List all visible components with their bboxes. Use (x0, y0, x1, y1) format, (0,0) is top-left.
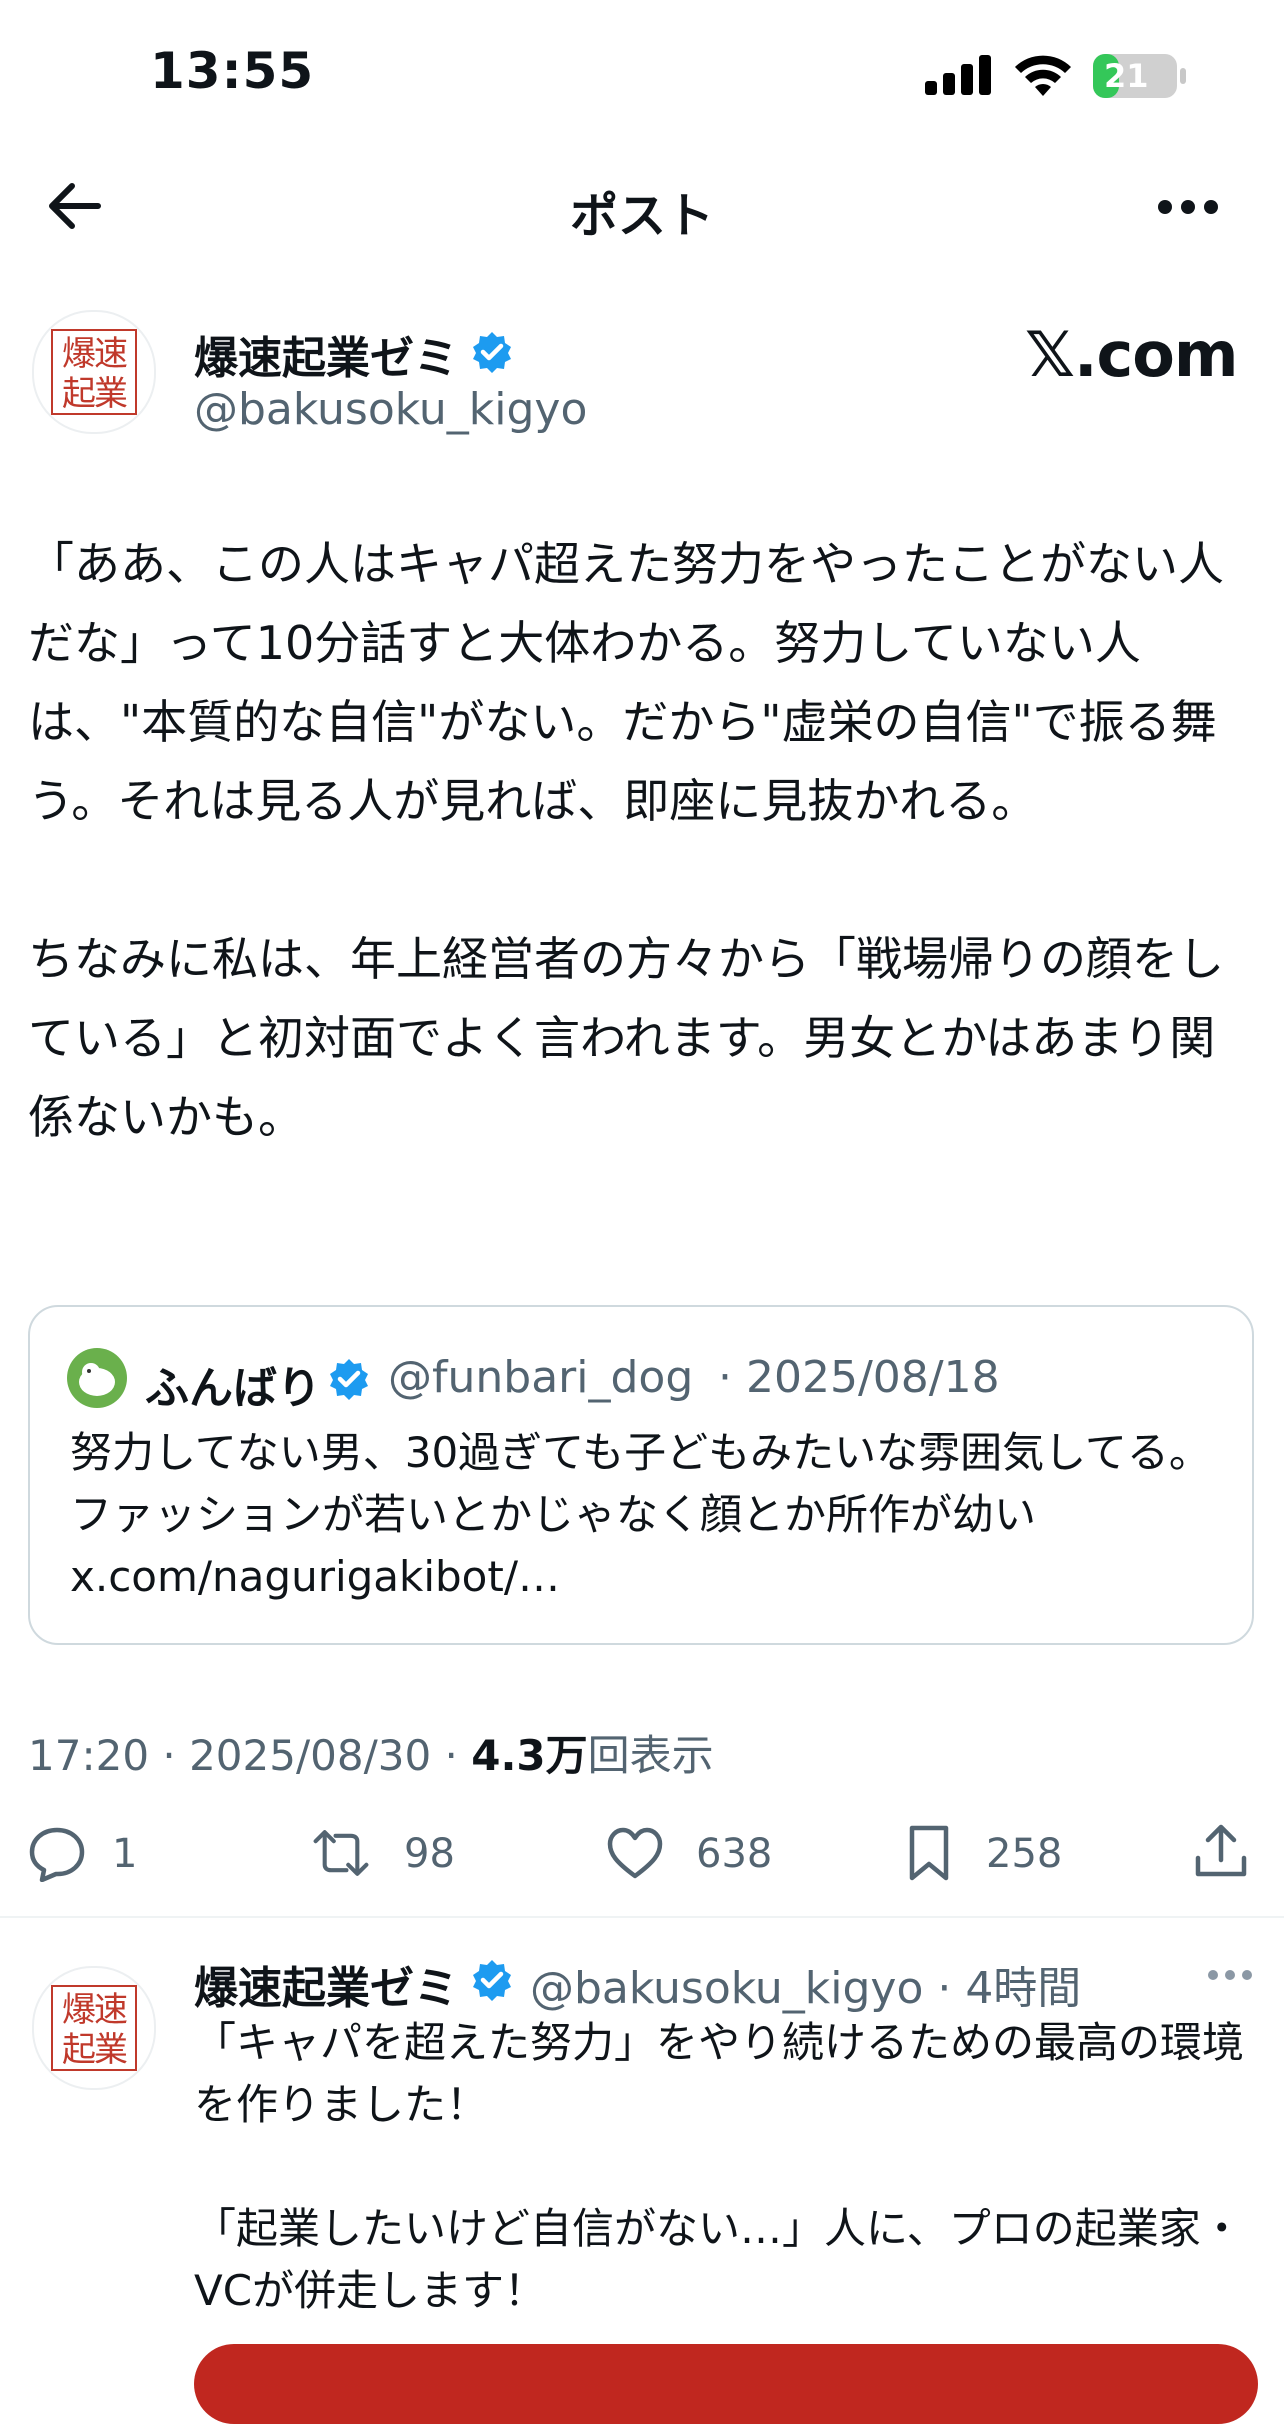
bookmark-count: 258 (986, 1831, 1063, 1877)
more-icon[interactable] (1206, 1966, 1254, 1984)
view-label: 回表示 (587, 1731, 714, 1780)
reply-icon[interactable] (28, 1824, 86, 1882)
verified-badge-icon (473, 1960, 511, 2001)
quote-avatar (67, 1348, 127, 1408)
verified-badge-icon (473, 332, 511, 373)
wifi-icon (1015, 55, 1071, 96)
post-text: 「ああ、この人はキャパ超えた努力をやったことがない人だな」って10分話すと大体わ… (28, 537, 1224, 1144)
repost-icon[interactable] (312, 1824, 370, 1882)
verified-badge-icon (330, 1359, 368, 1400)
seal-text-bottom: 起業 (62, 2030, 128, 2070)
reply-count: 1 (112, 1831, 138, 1877)
status-time: 13:55 (150, 42, 315, 100)
signal-icon (925, 55, 991, 95)
like-icon[interactable] (606, 1824, 664, 1882)
quote-text: 努力してない男、30過ぎても子どもみたいな雰囲気してる。ファッションが若いとかじ… (70, 1428, 1211, 1601)
more-icon[interactable] (1156, 196, 1220, 218)
author-handle[interactable]: @bakusoku_kigyo (194, 384, 587, 435)
seal-logo: 爆速 起業 (51, 1985, 137, 2071)
source-badge: 𝕏.com (1025, 318, 1238, 391)
post-timestamp: 17:20 · 2025/08/30 · (28, 1731, 472, 1780)
battery-icon: 21 (1092, 53, 1188, 99)
avatar[interactable]: 爆速 起業 (32, 310, 156, 434)
author-name[interactable]: 爆速起業ゼミ (194, 322, 458, 386)
reply-text: 「キャパを超えた努力」をやり続けるための最高の環境を作りました！ 「起業したいけ… (194, 2018, 1245, 2315)
bookmark-icon[interactable] (900, 1824, 958, 1882)
share-icon[interactable] (1192, 1822, 1250, 1880)
seal-logo: 爆速 起業 (51, 329, 137, 415)
quote-date: · 2025/08/18 (718, 1352, 1000, 1403)
seal-text-top: 爆速 (62, 1990, 128, 2030)
post-meta: 17:20 · 2025/08/30 · 4.3万回表示 (28, 1722, 714, 1783)
reply-author-name[interactable]: 爆速起業ゼミ (194, 1952, 458, 2016)
view-count: 4.3万 (471, 1731, 588, 1780)
reply-handle-time[interactable]: @bakusoku_kigyo · 4時間 (530, 1952, 1081, 2016)
seal-text-top: 爆速 (62, 334, 128, 374)
promo-banner[interactable] (194, 2344, 1258, 2424)
quote-author-handle: @funbari_dog (388, 1352, 694, 1403)
repost-count: 98 (404, 1831, 455, 1877)
seal-text-bottom: 起業 (62, 374, 128, 414)
like-count: 638 (696, 1831, 773, 1877)
page-title: ポスト (569, 188, 714, 244)
divider (0, 1916, 1284, 1918)
quote-author-name: ふんばり (145, 1363, 321, 1414)
battery-level: 21 (1104, 57, 1149, 95)
avatar[interactable]: 爆速 起業 (32, 1966, 156, 2090)
